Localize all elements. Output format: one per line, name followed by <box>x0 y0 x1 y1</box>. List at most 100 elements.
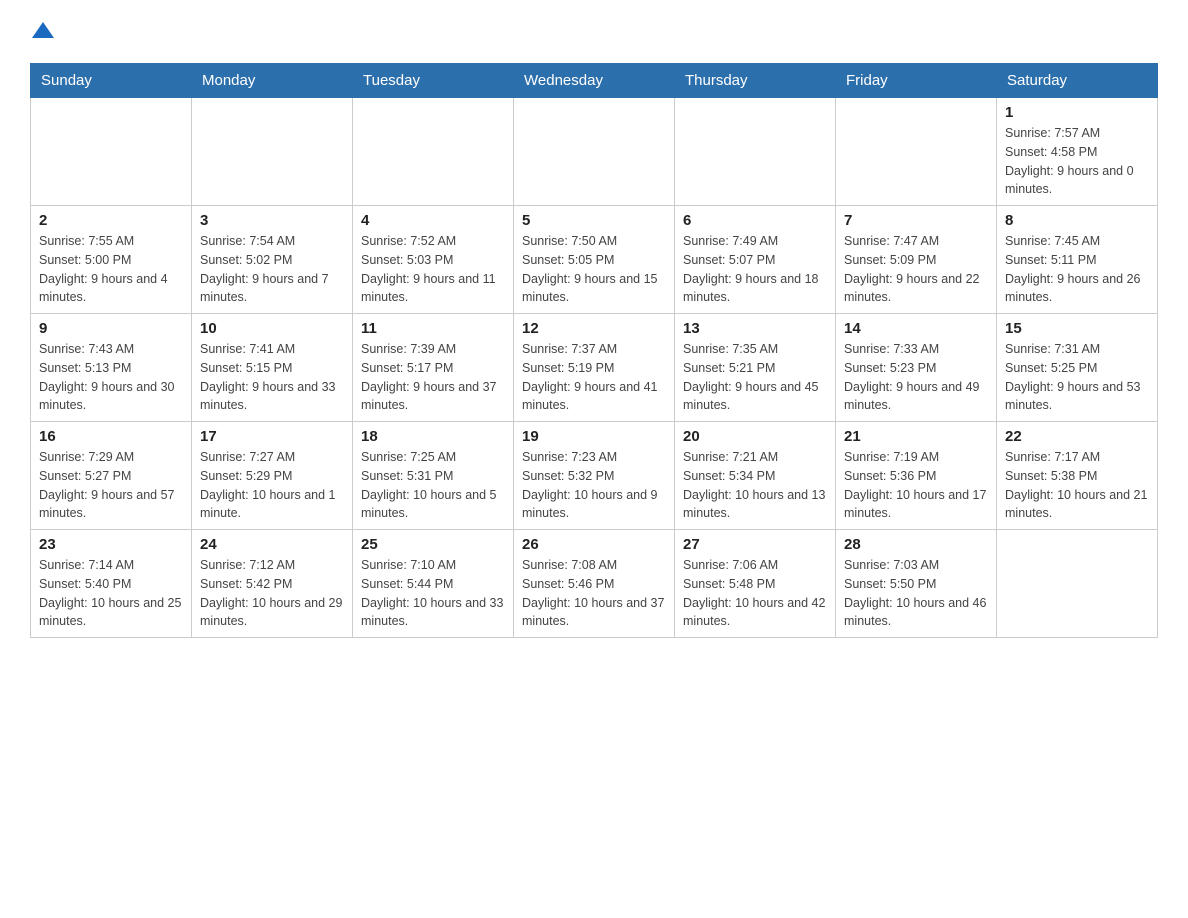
calendar-cell <box>675 98 836 206</box>
calendar-cell: 1 Sunrise: 7:57 AM Sunset: 4:58 PM Daylig… <box>997 98 1158 206</box>
day-number: 3 <box>200 212 344 229</box>
calendar-cell: 11 Sunrise: 7:39 AM Sunset: 5:17 PM Dayli… <box>353 314 514 422</box>
calendar-week-2: 2Sunrise: 7:55 AM Sunset: 5:00 PM Daylig… <box>31 206 1158 314</box>
calendar-cell: 25 Sunrise: 7:10 AM Sunset: 5:44 PM Dayli… <box>353 530 514 638</box>
calendar-cell <box>192 98 353 206</box>
weekday-header-sunday: Sunday <box>31 64 192 98</box>
weekday-header-wednesday: Wednesday <box>514 64 675 98</box>
calendar-cell: 10 Sunrise: 7:41 AM Sunset: 5:15 PM Dayli… <box>192 314 353 422</box>
page-header <box>30 20 1158 47</box>
calendar-cell: 2Sunrise: 7:55 AM Sunset: 5:00 PM Daylig… <box>31 206 192 314</box>
calendar-cell <box>353 98 514 206</box>
weekday-header-thursday: Thursday <box>675 64 836 98</box>
calendar-cell <box>997 530 1158 638</box>
day-number: 7 <box>844 212 988 229</box>
calendar-cell: 3 Sunrise: 7:54 AM Sunset: 5:02 PM Daylig… <box>192 206 353 314</box>
calendar-cell: 28Sunrise: 7:03 AM Sunset: 5:50 PM Dayli… <box>836 530 997 638</box>
day-info: Sunrise: 7:39 AM Sunset: 5:17 PM Dayligh… <box>361 340 505 415</box>
day-number: 1 <box>1005 104 1149 121</box>
weekday-header-tuesday: Tuesday <box>353 64 514 98</box>
day-info: Sunrise: 7:33 AM Sunset: 5:23 PM Dayligh… <box>844 340 988 415</box>
day-info: Sunrise: 7:41 AM Sunset: 5:15 PM Dayligh… <box>200 340 344 415</box>
day-number: 25 <box>361 536 505 553</box>
calendar-cell: 13 Sunrise: 7:35 AM Sunset: 5:21 PM Dayli… <box>675 314 836 422</box>
day-number: 20 <box>683 428 827 445</box>
calendar-cell: 17 Sunrise: 7:27 AM Sunset: 5:29 PM Dayli… <box>192 422 353 530</box>
logo <box>30 20 54 47</box>
calendar-cell: 8 Sunrise: 7:45 AM Sunset: 5:11 PM Daylig… <box>997 206 1158 314</box>
calendar-cell: 18 Sunrise: 7:25 AM Sunset: 5:31 PM Dayli… <box>353 422 514 530</box>
day-info: Sunrise: 7:52 AM Sunset: 5:03 PM Dayligh… <box>361 232 505 307</box>
calendar-cell: 23 Sunrise: 7:14 AM Sunset: 5:40 PM Dayli… <box>31 530 192 638</box>
calendar-cell: 12 Sunrise: 7:37 AM Sunset: 5:19 PM Dayli… <box>514 314 675 422</box>
day-info: Sunrise: 7:06 AM Sunset: 5:48 PM Dayligh… <box>683 556 827 631</box>
day-number: 13 <box>683 320 827 337</box>
weekday-header-monday: Monday <box>192 64 353 98</box>
day-number: 6 <box>683 212 827 229</box>
day-info: Sunrise: 7:57 AM Sunset: 4:58 PM Dayligh… <box>1005 124 1149 199</box>
day-number: 14 <box>844 320 988 337</box>
day-info: Sunrise: 7:23 AM Sunset: 5:32 PM Dayligh… <box>522 448 666 523</box>
calendar-table: SundayMondayTuesdayWednesdayThursdayFrid… <box>30 63 1158 638</box>
day-number: 16 <box>39 428 183 445</box>
day-info: Sunrise: 7:27 AM Sunset: 5:29 PM Dayligh… <box>200 448 344 523</box>
calendar-cell: 9 Sunrise: 7:43 AM Sunset: 5:13 PM Daylig… <box>31 314 192 422</box>
day-number: 22 <box>1005 428 1149 445</box>
day-number: 5 <box>522 212 666 229</box>
day-number: 23 <box>39 536 183 553</box>
day-info: Sunrise: 7:17 AM Sunset: 5:38 PM Dayligh… <box>1005 448 1149 523</box>
calendar-cell: 5 Sunrise: 7:50 AM Sunset: 5:05 PM Daylig… <box>514 206 675 314</box>
calendar-header-row: SundayMondayTuesdayWednesdayThursdayFrid… <box>31 64 1158 98</box>
day-number: 4 <box>361 212 505 229</box>
calendar-cell: 22 Sunrise: 7:17 AM Sunset: 5:38 PM Dayli… <box>997 422 1158 530</box>
day-info: Sunrise: 7:29 AM Sunset: 5:27 PM Dayligh… <box>39 448 183 523</box>
day-info: Sunrise: 7:49 AM Sunset: 5:07 PM Dayligh… <box>683 232 827 307</box>
calendar-week-3: 9 Sunrise: 7:43 AM Sunset: 5:13 PM Daylig… <box>31 314 1158 422</box>
calendar-cell <box>31 98 192 206</box>
calendar-cell: 21 Sunrise: 7:19 AM Sunset: 5:36 PM Dayli… <box>836 422 997 530</box>
day-info: Sunrise: 7:47 AM Sunset: 5:09 PM Dayligh… <box>844 232 988 307</box>
weekday-header-friday: Friday <box>836 64 997 98</box>
day-info: Sunrise: 7:21 AM Sunset: 5:34 PM Dayligh… <box>683 448 827 523</box>
day-info: Sunrise: 7:14 AM Sunset: 5:40 PM Dayligh… <box>39 556 183 631</box>
day-number: 11 <box>361 320 505 337</box>
day-info: Sunrise: 7:25 AM Sunset: 5:31 PM Dayligh… <box>361 448 505 523</box>
day-info: Sunrise: 7:37 AM Sunset: 5:19 PM Dayligh… <box>522 340 666 415</box>
day-number: 27 <box>683 536 827 553</box>
calendar-cell: 14 Sunrise: 7:33 AM Sunset: 5:23 PM Dayli… <box>836 314 997 422</box>
day-info: Sunrise: 7:45 AM Sunset: 5:11 PM Dayligh… <box>1005 232 1149 307</box>
calendar-cell: 20 Sunrise: 7:21 AM Sunset: 5:34 PM Dayli… <box>675 422 836 530</box>
calendar-cell: 19 Sunrise: 7:23 AM Sunset: 5:32 PM Dayli… <box>514 422 675 530</box>
day-info: Sunrise: 7:50 AM Sunset: 5:05 PM Dayligh… <box>522 232 666 307</box>
day-number: 19 <box>522 428 666 445</box>
calendar-week-4: 16 Sunrise: 7:29 AM Sunset: 5:27 PM Dayli… <box>31 422 1158 530</box>
day-info: Sunrise: 7:43 AM Sunset: 5:13 PM Dayligh… <box>39 340 183 415</box>
day-info: Sunrise: 7:54 AM Sunset: 5:02 PM Dayligh… <box>200 232 344 307</box>
calendar-cell <box>514 98 675 206</box>
weekday-header-saturday: Saturday <box>997 64 1158 98</box>
day-number: 28 <box>844 536 988 553</box>
day-info: Sunrise: 7:31 AM Sunset: 5:25 PM Dayligh… <box>1005 340 1149 415</box>
day-number: 9 <box>39 320 183 337</box>
day-info: Sunrise: 7:19 AM Sunset: 5:36 PM Dayligh… <box>844 448 988 523</box>
day-number: 8 <box>1005 212 1149 229</box>
day-number: 10 <box>200 320 344 337</box>
calendar-cell: 4 Sunrise: 7:52 AM Sunset: 5:03 PM Daylig… <box>353 206 514 314</box>
day-info: Sunrise: 7:10 AM Sunset: 5:44 PM Dayligh… <box>361 556 505 631</box>
day-number: 12 <box>522 320 666 337</box>
calendar-cell: 27 Sunrise: 7:06 AM Sunset: 5:48 PM Dayli… <box>675 530 836 638</box>
day-info: Sunrise: 7:35 AM Sunset: 5:21 PM Dayligh… <box>683 340 827 415</box>
day-number: 2 <box>39 212 183 229</box>
calendar-cell: 7 Sunrise: 7:47 AM Sunset: 5:09 PM Daylig… <box>836 206 997 314</box>
calendar-cell <box>836 98 997 206</box>
calendar-week-1: 1 Sunrise: 7:57 AM Sunset: 4:58 PM Daylig… <box>31 98 1158 206</box>
day-number: 15 <box>1005 320 1149 337</box>
calendar-cell: 24Sunrise: 7:12 AM Sunset: 5:42 PM Dayli… <box>192 530 353 638</box>
day-number: 17 <box>200 428 344 445</box>
calendar-cell: 15 Sunrise: 7:31 AM Sunset: 5:25 PM Dayli… <box>997 314 1158 422</box>
day-number: 26 <box>522 536 666 553</box>
day-number: 18 <box>361 428 505 445</box>
calendar-week-5: 23 Sunrise: 7:14 AM Sunset: 5:40 PM Dayli… <box>31 530 1158 638</box>
day-number: 21 <box>844 428 988 445</box>
day-info: Sunrise: 7:12 AM Sunset: 5:42 PM Dayligh… <box>200 556 344 631</box>
